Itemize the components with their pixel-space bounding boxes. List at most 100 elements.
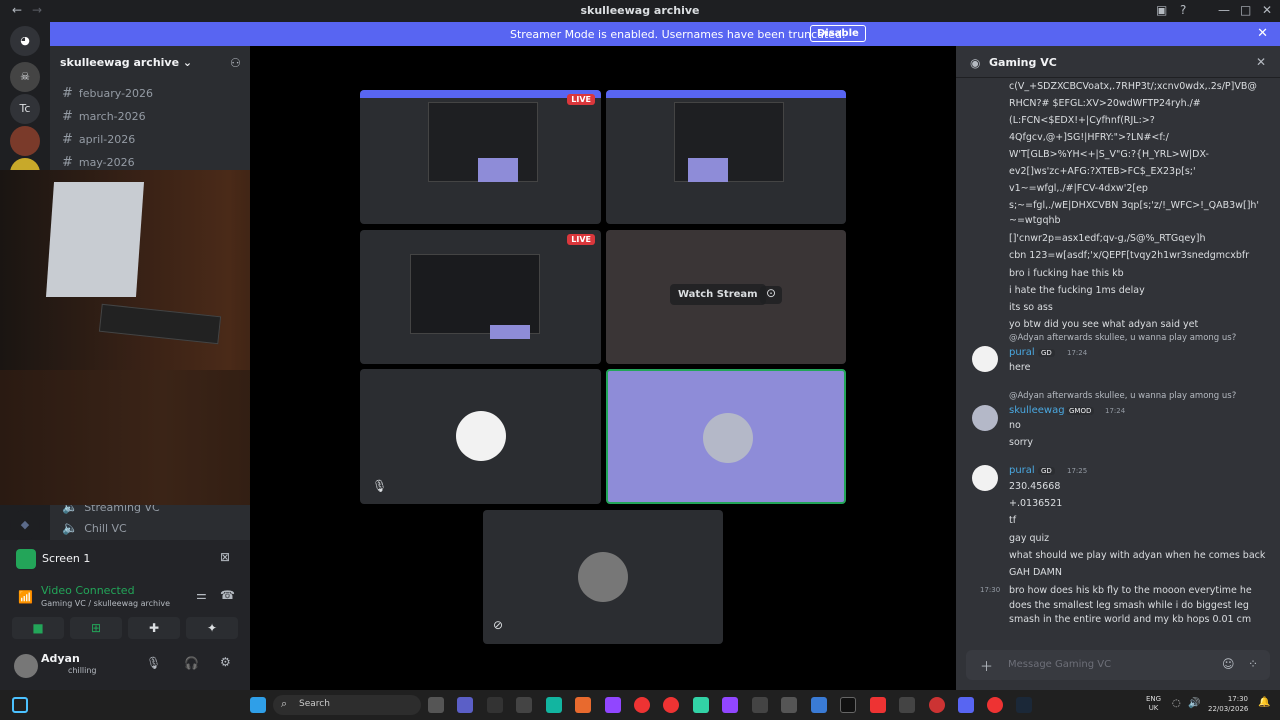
language-indicator[interactable]: ENG UK <box>1146 695 1161 713</box>
app-icon-image[interactable] <box>811 697 827 713</box>
user-tile-pural[interactable]: 🎙 <box>360 369 601 504</box>
avatar <box>578 552 628 602</box>
disable-streamer-mode-button[interactable]: Disable <box>810 25 866 42</box>
close-banner-icon[interactable]: ✕ <box>1257 26 1268 41</box>
server-icon-diamond[interactable]: ◆ <box>10 510 40 540</box>
clock-date: 22/03/2026 <box>1208 705 1249 713</box>
connection-status[interactable]: Video Connected <box>41 584 135 597</box>
channel-label: april-2026 <box>78 133 136 146</box>
screen-share-button[interactable]: ⊞ <box>70 617 122 639</box>
inbox-icon[interactable]: ▣ <box>1156 3 1167 17</box>
close-chat-icon[interactable]: ✕ <box>1256 55 1266 69</box>
app-icon-steam[interactable] <box>487 697 503 713</box>
title-bar: ← → skulleewag archive ▣ ? — □ ✕ <box>0 0 1280 22</box>
app-icon-obs[interactable] <box>840 697 856 713</box>
headphones-icon[interactable]: 🎧 <box>184 656 199 670</box>
app-icon-terminal[interactable] <box>781 697 797 713</box>
user-tile-skulleewag[interactable]: ⊘ <box>483 510 723 644</box>
server-icon-tc[interactable]: Tc <box>10 94 40 124</box>
message-line: s;~=fgl,./wE|DHXCVBN 3qp[s;'z/!_WFC>!_QA… <box>1009 200 1260 211</box>
minimize-icon[interactable]: — <box>1218 3 1230 17</box>
channel-item[interactable]: # april-2026 <box>62 132 135 147</box>
app-icon-robot[interactable] <box>693 697 709 713</box>
taskbar-search[interactable]: ⌕ Search <box>273 695 421 715</box>
channel-item[interactable]: # febuary-2026 <box>62 86 153 101</box>
soundboard-button[interactable]: ✦ <box>186 617 238 639</box>
app-icon-firefox[interactable] <box>575 697 591 713</box>
activities-button[interactable]: ✚ <box>128 617 180 639</box>
app-icon-chrome-2[interactable] <box>987 697 1003 713</box>
apps-icon[interactable]: ⁘ <box>1248 657 1258 671</box>
stream-tile-3[interactable]: LIVE <box>360 230 601 364</box>
user-status: chilling <box>68 666 97 675</box>
message-input[interactable]: Message Gaming VC <box>1008 659 1111 670</box>
emoji-icon[interactable]: ☺ <box>1222 657 1235 671</box>
clock[interactable]: 17:30 22/03/2026 <box>1208 694 1248 714</box>
app-icon-chrome[interactable] <box>634 697 650 713</box>
app-icon-opera[interactable] <box>663 697 679 713</box>
app-icon-teams[interactable] <box>457 697 473 713</box>
app-icon-discord[interactable] <box>958 697 974 713</box>
chevron-down-icon: ⌄ <box>182 56 193 69</box>
watch-stream-settings-icon[interactable]: ⊙ <box>760 286 782 304</box>
stream-tile-2[interactable] <box>606 90 846 224</box>
network-icon[interactable]: ◌ <box>1172 698 1181 709</box>
channel-item[interactable]: # march-2026 <box>62 109 146 124</box>
stream-tile-4[interactable]: Watch Stream ⊙ <box>606 230 846 364</box>
attach-plus-icon[interactable]: ＋ <box>980 656 993 675</box>
message-author[interactable]: pural <box>1009 347 1035 358</box>
windows-start-icon[interactable] <box>250 697 266 713</box>
noise-suppression-icon[interactable]: ⚌ <box>196 588 207 602</box>
watch-stream-button[interactable]: Watch Stream <box>670 284 766 305</box>
volume-icon[interactable]: 🔊 <box>1188 698 1200 709</box>
search-label: Search <box>299 699 330 709</box>
app-icon-recorder[interactable] <box>929 697 945 713</box>
app-icon-twitch[interactable] <box>605 697 621 713</box>
server-icon-red[interactable] <box>10 126 40 156</box>
app-icon-code[interactable] <box>752 697 768 713</box>
disconnect-icon[interactable]: ☎ <box>220 588 235 602</box>
avatar[interactable] <box>972 465 998 491</box>
app-icon-red[interactable] <box>870 697 886 713</box>
app-icon-diamond[interactable] <box>899 697 915 713</box>
reply-preview[interactable]: @Adyan afterwards skullee, u wanna play … <box>1009 333 1236 343</box>
channel-item[interactable]: # may-2026 <box>62 155 135 170</box>
notification-bell-icon[interactable]: 🔔 <box>1258 697 1270 708</box>
avatar[interactable] <box>972 405 998 431</box>
avatar[interactable] <box>14 654 38 678</box>
guild-header[interactable]: skulleewag archive ⌄ <box>60 56 192 69</box>
settings-icon[interactable]: ⚙ <box>220 655 231 669</box>
message-author[interactable]: skulleewag <box>1009 405 1065 416</box>
close-screen-icon[interactable]: ⊠ <box>220 550 230 564</box>
discord-home-icon[interactable]: ◕ <box>10 26 40 56</box>
chat-channel-name: Gaming VC <box>989 56 1057 69</box>
voice-channel-item[interactable]: 🔈 Chill VC <box>62 521 127 536</box>
role-badge: GMOD <box>1066 407 1095 415</box>
message-author[interactable]: pural <box>1009 465 1035 476</box>
task-view-icon[interactable] <box>12 697 28 713</box>
app-icon-folder[interactable] <box>516 697 532 713</box>
close-window-icon[interactable]: ✕ <box>1262 3 1272 17</box>
maximize-icon[interactable]: □ <box>1240 3 1251 17</box>
add-member-icon[interactable]: ⚇ <box>230 56 241 70</box>
user-tile-speaking[interactable] <box>606 369 846 504</box>
app-icon-twitch-2[interactable] <box>722 697 738 713</box>
stream-preview-highlight <box>478 158 518 182</box>
message-timestamp: 17:25 <box>1067 467 1088 475</box>
app-icon-files[interactable] <box>428 697 444 713</box>
stream-tile-1[interactable]: LIVE <box>360 90 601 224</box>
username[interactable]: Adyan <box>41 652 80 665</box>
app-icon-t[interactable] <box>546 697 562 713</box>
mic-icon[interactable]: 🎙 <box>146 656 161 670</box>
message-line: v1~=wfgl,./#|FCV-4dxw'2[ep <box>1009 183 1148 194</box>
help-icon[interactable]: ? <box>1180 3 1186 17</box>
signal-icon[interactable]: 📶 <box>18 590 33 604</box>
avatar[interactable] <box>972 346 998 372</box>
message-line: bro how does his kb fly to the mooon eve… <box>1009 585 1252 625</box>
muted-mic-icon: 🎙 <box>372 479 388 493</box>
streamer-mode-banner: Streamer Mode is enabled. Usernames have… <box>50 22 1280 46</box>
app-icon-steam-2[interactable] <box>1016 697 1032 713</box>
camera-button[interactable]: ■ <box>12 617 64 639</box>
reply-preview[interactable]: @Adyan afterwards skullee, u wanna play … <box>1009 391 1236 401</box>
server-icon-skull[interactable]: ☠ <box>10 62 40 92</box>
